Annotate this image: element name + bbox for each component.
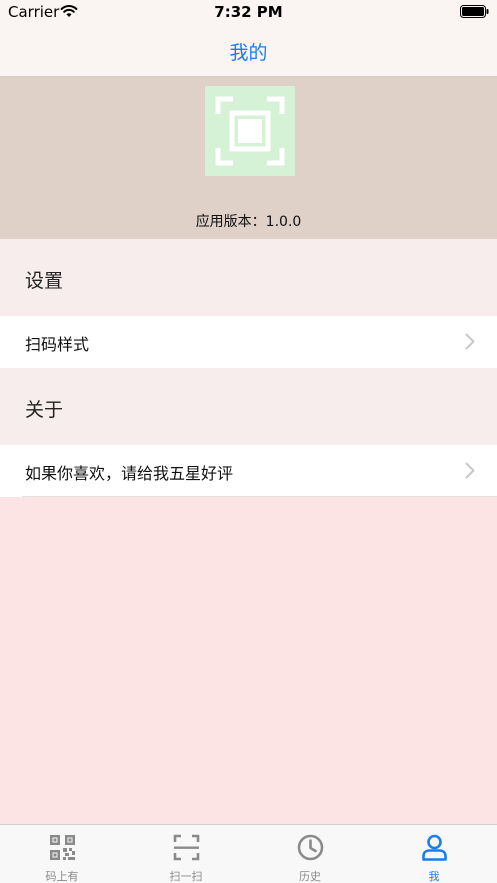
section-title: 关于 (25, 399, 64, 421)
tab-history[interactable]: 历史 (248, 825, 372, 883)
scan-frame-icon (173, 834, 200, 861)
profile-header: 应用版本：1.0.0 (0, 77, 497, 239)
tab-bar: 码上有 扫一扫 历史 我 (0, 824, 497, 883)
row-label: 扫码样式 (25, 335, 90, 354)
chevron-right-icon (465, 462, 475, 479)
tab-scan[interactable]: 扫一扫 (124, 825, 248, 883)
clock-icon (297, 834, 324, 861)
tab-label: 码上有 (45, 870, 79, 883)
section-title: 设置 (25, 270, 64, 292)
section-header-settings: 设置 (0, 239, 497, 316)
chevron-right-icon (465, 333, 475, 350)
navigation-bar: 我的 (0, 24, 497, 77)
row-divider (22, 496, 497, 497)
status-bar: Carrier 7:32 PM (0, 0, 497, 24)
qr-code-icon (50, 835, 75, 860)
page-title: 我的 (229, 42, 268, 64)
tab-me[interactable]: 我 (372, 825, 496, 883)
row-label: 如果你喜欢，请给我五星好评 (25, 464, 234, 483)
person-icon (422, 834, 447, 861)
section-header-about: 关于 (0, 368, 497, 445)
app-version-label: 应用版本：1.0.0 (195, 214, 302, 230)
status-time: 7:32 PM (214, 3, 283, 21)
scan-style-row[interactable]: 扫码样式 (0, 316, 497, 368)
rate-app-row[interactable]: 如果你喜欢，请给我五星好评 (0, 445, 497, 497)
app-logo-icon (205, 86, 295, 176)
tab-code[interactable]: 码上有 (0, 825, 124, 883)
tab-label: 历史 (299, 870, 321, 883)
battery-icon (460, 5, 489, 18)
tab-label: 我 (428, 870, 440, 883)
tab-label: 扫一扫 (169, 870, 203, 883)
